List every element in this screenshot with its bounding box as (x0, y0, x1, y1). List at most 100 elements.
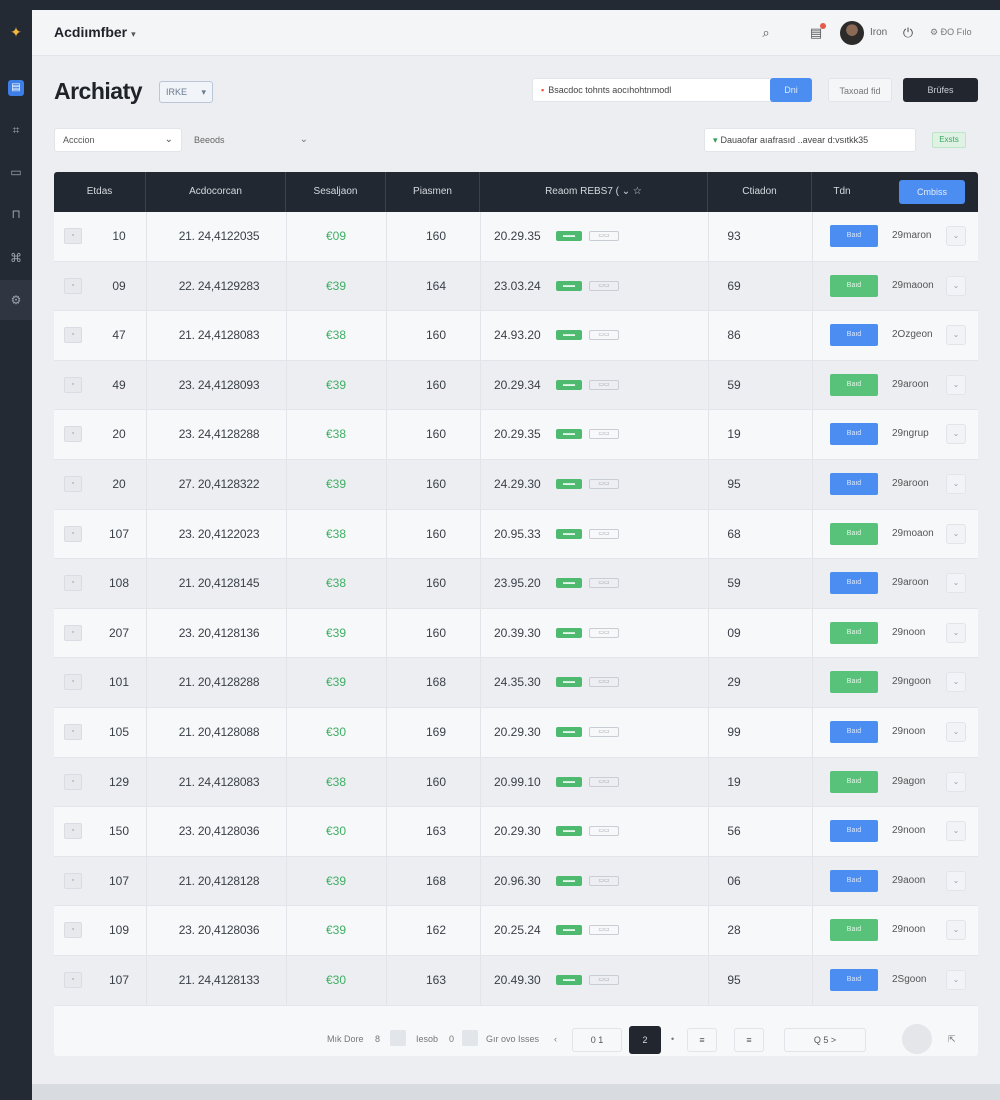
sidebar-item-inbox[interactable]: ▭ (4, 160, 28, 184)
page-next[interactable]: ≡ (687, 1028, 717, 1052)
table-row[interactable]: ▫ 109 23. 20,4128036 €39 162 20.25.24 ▬▬ ▭▭ 28 Ba… (54, 906, 978, 956)
row-checkbox[interactable]: ▫ (64, 972, 82, 988)
row-action-button[interactable]: Baıd (830, 373, 878, 396)
power-icon[interactable]: ⏻ (898, 23, 918, 43)
primary-button[interactable]: Brüfes (903, 78, 978, 102)
rows-per-page-select[interactable] (390, 1030, 406, 1046)
header-action-button[interactable]: Cmbiss (899, 180, 965, 204)
chevron-down-icon[interactable]: ⌄ (946, 275, 966, 296)
row-action-button[interactable]: Baıd (830, 423, 878, 446)
row-checkbox[interactable]: ▫ (64, 525, 82, 542)
pin-icon[interactable]: ⇱ (948, 1034, 956, 1045)
column-header[interactable]: Etdas (54, 172, 146, 212)
row-action-button[interactable]: Baıd (830, 869, 878, 892)
chevron-down-icon[interactable]: ⌄ (946, 226, 966, 246)
table-row[interactable]: ▫ 47 21. 24,4128083 €38 160 24.93.20 ▬▬ ▭▭ 86 Baı… (54, 311, 978, 361)
row-checkbox[interactable]: ▫ (64, 376, 82, 393)
row-action-button[interactable]: Baıd (830, 522, 878, 545)
row-action-button[interactable]: Baıd (830, 621, 878, 644)
chevron-down-icon[interactable]: ⌄ (946, 970, 966, 990)
column-header[interactable]: Tdn (812, 172, 872, 212)
row-checkbox[interactable]: ▫ (64, 426, 82, 443)
chevron-down-icon[interactable]: ⌄ (946, 771, 966, 792)
export-button[interactable]: Exsts (932, 132, 966, 148)
table-row[interactable]: ▫ 107 21. 20,4128128 €39 168 20.96.30 ▬▬ ▭▭ 06 Ba… (54, 856, 978, 907)
row-checkbox[interactable]: ▫ (64, 724, 82, 740)
chevron-down-icon[interactable]: ⌄ (946, 622, 966, 643)
column-header[interactable]: Acdocorcan (146, 172, 286, 212)
sidebar-item-tools[interactable]: ⌘ (4, 246, 28, 270)
table-row[interactable]: ▫ 09 22. 24,4129283 €39 164 23.03.24 ▬▬ ▭▭ 69 Baı… (54, 261, 978, 312)
page-jump[interactable]: Q 5 > (784, 1028, 866, 1052)
row-action-button[interactable]: Baıd (830, 572, 878, 595)
table-row[interactable]: ▫ 20 27. 20,4128322 €39 160 24.29.30 ▬▬ ▭▭ 95 Baı… (54, 460, 978, 510)
row-checkbox[interactable]: ▫ (64, 773, 82, 790)
user-name[interactable]: Iron (870, 27, 887, 38)
avatar[interactable] (840, 21, 864, 45)
chevron-down-icon[interactable]: ⌄ (946, 474, 966, 494)
action-select[interactable]: Acccion ⌄ (54, 128, 182, 152)
table-row[interactable]: ▫ 207 23. 20,4128136 €39 160 20.39.30 ▬▬ ▭▭ 09 Ba… (54, 608, 978, 659)
row-checkbox[interactable]: ▫ (64, 277, 82, 294)
chevron-down-icon[interactable]: ⌄ (946, 424, 966, 445)
row-checkbox[interactable]: ▫ (64, 327, 82, 344)
chevron-down-icon[interactable]: ⌄ (946, 672, 966, 693)
table-row[interactable]: ▫ 49 23. 24,4128093 €39 160 20.29.34 ▬▬ ▭▭ 59 Baı… (54, 360, 978, 411)
row-action-button[interactable]: Baıd (830, 820, 878, 843)
row-action-button[interactable]: Baıd (830, 919, 878, 942)
row-action-button[interactable]: Baıd (830, 671, 878, 694)
row-action-button[interactable]: Baıd (830, 324, 878, 347)
row-checkbox[interactable]: ▫ (64, 872, 82, 889)
row-action-button[interactable]: Baıd (830, 721, 878, 743)
page-first[interactable]: 0 1 (572, 1028, 622, 1052)
scroll-top-button[interactable] (902, 1024, 932, 1054)
page-current[interactable]: 2 (629, 1026, 661, 1054)
search-input[interactable]: ▪ Bsacdoc tohnts aocıhohtnmodl (532, 78, 802, 102)
table-row[interactable]: ▫ 105 21. 20,4128088 €30 169 20.29.30 ▬▬ ▭▭ 99 Ba… (54, 708, 978, 758)
column-header[interactable]: Piasmen (386, 172, 480, 212)
sidebar-item-activity[interactable]: ⌗ (4, 118, 28, 142)
table-row[interactable]: ▫ 107 23. 20,4122023 €38 160 20.95.33 ▬▬ ▭▭ 68 Ba… (54, 509, 978, 560)
column-header[interactable]: Sesaljaon (286, 172, 386, 212)
row-action-button[interactable]: Baıd (830, 969, 878, 991)
chevron-down-icon[interactable]: ⌄ (946, 523, 966, 544)
row-action-button[interactable]: Baıd (830, 225, 878, 247)
table-row[interactable]: ▫ 107 21. 24,4128133 €30 163 20.49.30 ▬▬ ▭▭ 95 Ba… (54, 956, 978, 1006)
workspace-switcher[interactable]: Acdiımfber ▾ (54, 24, 136, 40)
row-checkbox[interactable]: ▫ (64, 228, 82, 244)
sidebar-item-dashboard[interactable]: ▤ (4, 76, 28, 100)
table-row[interactable]: ▫ 150 23. 20,4128036 €30 163 20.29.30 ▬▬ ▭▭ 56 Ba… (54, 807, 978, 857)
records-select[interactable]: Beeods ⌄ (192, 128, 312, 152)
row-checkbox[interactable]: ▫ (64, 922, 82, 939)
row-checkbox[interactable]: ▫ (64, 476, 82, 492)
sidebar-item-settings[interactable]: ⚙ (0, 280, 32, 320)
row-checkbox[interactable]: ▫ (64, 674, 82, 691)
table-row[interactable]: ▫ 101 21. 20,4128288 €39 168 24.35.30 ▬▬ ▭▭ 29 Ba… (54, 658, 978, 708)
chevron-down-icon[interactable]: ⌄ (946, 325, 966, 346)
table-row[interactable]: ▫ 108 21. 20,4128145 €38 160 23.95.20 ▬▬ ▭▭ 59 Ba… (54, 559, 978, 609)
chevron-down-icon[interactable]: ⌄ (946, 821, 966, 842)
row-action-button[interactable]: Baıd (830, 473, 878, 495)
chevron-down-icon[interactable]: ⌄ (946, 374, 966, 395)
table-row[interactable]: ▫ 10 21. 24,4122035 €09 160 20.29.35 ▬▬ ▭▭ 93 Baı… (54, 212, 978, 262)
sidebar-item-folder[interactable]: ⊓ (4, 202, 28, 226)
table-row[interactable]: ▫ 20 23. 24,4128288 €38 160 20.29.35 ▬▬ ▭▭ 19 Baı… (54, 410, 978, 460)
row-action-button[interactable]: Baıd (830, 770, 878, 793)
title-badge-select[interactable]: IRKE ▾ (159, 81, 213, 103)
go-button[interactable]: Dni (770, 78, 812, 102)
row-checkbox[interactable]: ▫ (64, 823, 82, 840)
page-last[interactable]: ≡ (734, 1028, 764, 1052)
row-checkbox[interactable]: ▫ (64, 575, 82, 592)
secondary-button[interactable]: Taxoad fid (828, 78, 892, 102)
search-icon[interactable]: ⌕ (756, 23, 776, 43)
column-header[interactable]: Ctiadon (708, 172, 812, 212)
notifications-icon[interactable]: ▤ (806, 23, 826, 43)
chevron-down-icon[interactable]: ⌄ (946, 722, 966, 742)
row-action-button[interactable]: Baıd (830, 274, 878, 297)
top-extra-menu[interactable]: ⚙ ĐO Fılo (930, 27, 972, 38)
table-row[interactable]: ▫ 129 21. 24,4128083 €38 160 20.99.10 ▬▬ ▭▭ 19 Ba… (54, 757, 978, 808)
logo-icon[interactable]: ✦ (6, 24, 26, 40)
chevron-down-icon[interactable]: ⌄ (946, 920, 966, 941)
column-header[interactable]: Reaom REBS7 ( ⌄ ☆ (480, 172, 708, 212)
mid-select[interactable] (462, 1030, 478, 1046)
